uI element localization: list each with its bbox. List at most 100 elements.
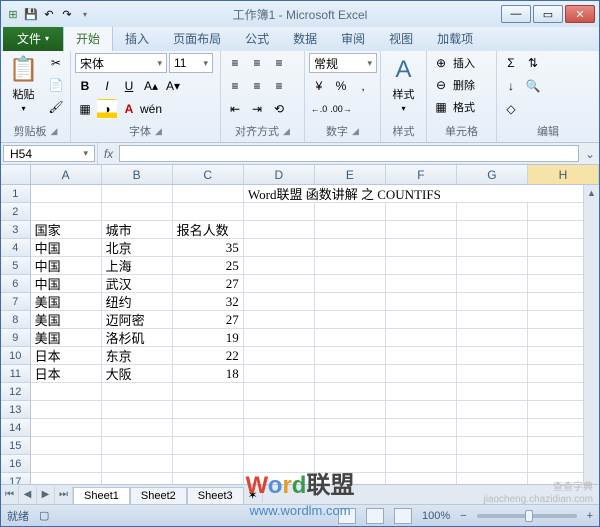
dialog-launcher-icon[interactable]: ◢ xyxy=(155,126,162,137)
cell[interactable] xyxy=(244,455,315,473)
cell[interactable] xyxy=(31,437,102,455)
styles-button[interactable]: A 样式 ▾ xyxy=(385,53,422,115)
cell[interactable]: 中国 xyxy=(31,275,102,293)
cell[interactable] xyxy=(244,419,315,437)
cell[interactable] xyxy=(315,365,386,383)
cell[interactable] xyxy=(244,239,315,257)
font-size-combo[interactable]: 11▾ xyxy=(169,53,213,73)
cell[interactable]: 迈阿密 xyxy=(102,311,173,329)
cell[interactable]: 美国 xyxy=(31,329,102,347)
cell[interactable] xyxy=(457,293,528,311)
sheet-tab-2[interactable]: Sheet2 xyxy=(130,487,187,504)
row-header[interactable]: 6 xyxy=(1,275,31,293)
border-button[interactable]: ▦ xyxy=(75,99,95,119)
cell[interactable] xyxy=(386,257,457,275)
cell[interactable]: 洛杉矶 xyxy=(102,329,173,347)
cell[interactable] xyxy=(315,347,386,365)
format-cells-button[interactable]: ▦格式 xyxy=(431,97,475,117)
row-header[interactable]: 1 xyxy=(1,185,31,203)
cell[interactable] xyxy=(457,455,528,473)
percent-button[interactable]: % xyxy=(331,76,351,96)
new-sheet-button[interactable]: ✶ xyxy=(244,488,262,502)
cell[interactable] xyxy=(315,455,386,473)
increase-decimal-button[interactable]: ←.0 xyxy=(309,99,329,119)
row-header[interactable]: 13 xyxy=(1,401,31,419)
font-color-button[interactable]: A xyxy=(119,99,139,119)
cell[interactable] xyxy=(102,419,173,437)
tab-review[interactable]: 审阅 xyxy=(329,26,377,51)
cell[interactable] xyxy=(315,293,386,311)
file-tab[interactable]: 文件▾ xyxy=(3,26,63,51)
align-bottom-button[interactable]: ≡ xyxy=(269,53,289,73)
sort-filter-button[interactable]: ⇅ xyxy=(523,53,543,73)
cell[interactable] xyxy=(244,437,315,455)
cell[interactable] xyxy=(457,221,528,239)
row-header[interactable]: 9 xyxy=(1,329,31,347)
cell[interactable] xyxy=(173,473,244,484)
cell[interactable] xyxy=(173,383,244,401)
cell[interactable] xyxy=(244,473,315,484)
cell[interactable]: 东京 xyxy=(102,347,173,365)
cell[interactable]: 35 xyxy=(173,239,244,257)
cell[interactable] xyxy=(244,203,315,221)
cell[interactable] xyxy=(31,185,102,203)
tab-insert[interactable]: 插入 xyxy=(113,26,161,51)
cell[interactable] xyxy=(173,437,244,455)
cell[interactable]: 纽约 xyxy=(102,293,173,311)
cell[interactable]: 北京 xyxy=(102,239,173,257)
cell[interactable] xyxy=(244,383,315,401)
cell[interactable]: 22 xyxy=(173,347,244,365)
cell[interactable] xyxy=(457,473,528,484)
cell[interactable] xyxy=(386,329,457,347)
cell[interactable] xyxy=(457,311,528,329)
cell[interactable] xyxy=(244,221,315,239)
cell[interactable] xyxy=(386,419,457,437)
tab-page-layout[interactable]: 页面布局 xyxy=(161,26,233,51)
tab-view[interactable]: 视图 xyxy=(377,26,425,51)
fill-button[interactable]: ↓ xyxy=(501,76,521,96)
decrease-indent-button[interactable]: ⇤ xyxy=(225,99,245,119)
tab-home[interactable]: 开始 xyxy=(63,25,113,51)
zoom-thumb[interactable] xyxy=(525,510,533,522)
horizontal-scrollbar[interactable] xyxy=(262,487,599,503)
cell[interactable] xyxy=(31,383,102,401)
qat-redo-icon[interactable]: ↷ xyxy=(59,6,75,22)
cell[interactable] xyxy=(315,473,386,484)
cell[interactable] xyxy=(244,347,315,365)
dialog-launcher-icon[interactable]: ◢ xyxy=(352,126,359,137)
cell[interactable] xyxy=(315,311,386,329)
cell[interactable] xyxy=(102,437,173,455)
qat-save-icon[interactable]: 💾 xyxy=(23,6,39,22)
row-header[interactable]: 4 xyxy=(1,239,31,257)
cell[interactable] xyxy=(315,329,386,347)
cell[interactable]: 大阪 xyxy=(102,365,173,383)
align-center-button[interactable]: ≡ xyxy=(247,76,267,96)
cell[interactable] xyxy=(386,473,457,484)
cell[interactable]: 中国 xyxy=(31,257,102,275)
paste-button[interactable]: 📋 粘贴 ▾ xyxy=(5,53,42,115)
row-header[interactable]: 16 xyxy=(1,455,31,473)
row-header[interactable]: 8 xyxy=(1,311,31,329)
scroll-up-icon[interactable]: ▲ xyxy=(584,185,599,201)
copy-button[interactable]: 📄 xyxy=(46,75,66,95)
zoom-level[interactable]: 100% xyxy=(422,510,450,522)
clear-button[interactable]: ◇ xyxy=(501,99,521,119)
italic-button[interactable]: I xyxy=(97,76,117,96)
cell[interactable] xyxy=(244,257,315,275)
row-header[interactable]: 14 xyxy=(1,419,31,437)
align-middle-button[interactable]: ≡ xyxy=(247,53,267,73)
increase-indent-button[interactable]: ⇥ xyxy=(247,99,267,119)
fill-color-button[interactable]: ◑ xyxy=(97,99,117,119)
cell[interactable] xyxy=(457,203,528,221)
cell[interactable] xyxy=(386,293,457,311)
align-top-button[interactable]: ≡ xyxy=(225,53,245,73)
cell[interactable] xyxy=(315,437,386,455)
tab-data[interactable]: 数据 xyxy=(281,26,329,51)
row-header[interactable]: 5 xyxy=(1,257,31,275)
cell[interactable]: 18 xyxy=(173,365,244,383)
cell[interactable] xyxy=(457,437,528,455)
cell[interactable] xyxy=(102,455,173,473)
cell[interactable]: 中国 xyxy=(31,239,102,257)
cell[interactable] xyxy=(457,401,528,419)
maximize-button[interactable]: ▭ xyxy=(533,5,563,23)
